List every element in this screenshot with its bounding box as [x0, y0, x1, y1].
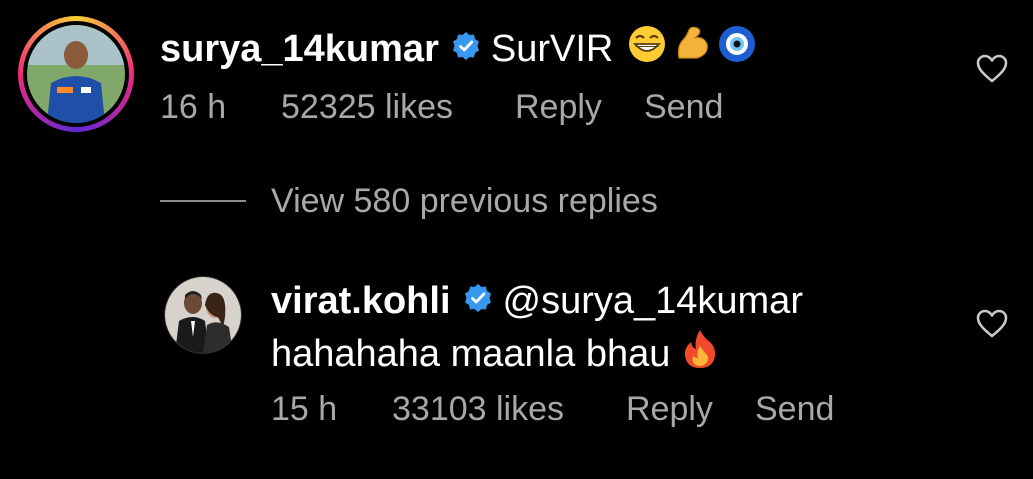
avatar-story-ring[interactable] [18, 16, 134, 132]
likes-count[interactable]: 33103 likes [392, 389, 564, 429]
comment-text: SurVIR [490, 28, 614, 70]
verified-badge-icon [463, 279, 493, 323]
heart-icon[interactable] [976, 54, 1008, 89]
reply-button[interactable]: Reply [515, 87, 602, 127]
verified-badge-icon [451, 27, 481, 71]
nazar-amulet-emoji [717, 24, 757, 74]
avatar[interactable] [164, 276, 242, 354]
comment-header: virat.kohli @surya_14kumar [271, 279, 803, 323]
reply-button[interactable]: Reply [626, 389, 713, 429]
comment-body: hahahaha maanla bhau [271, 328, 718, 380]
heart-icon[interactable] [976, 309, 1008, 344]
view-replies-label[interactable]: View 580 previous replies [271, 181, 658, 221]
username[interactable]: surya_14kumar [160, 27, 439, 71]
avatar [27, 25, 125, 123]
grinning-face-emoji [627, 24, 667, 74]
comment-header: surya_14kumar SurVIR [160, 24, 757, 74]
mention-link[interactable]: @surya_14kumar [503, 279, 803, 323]
likes-count[interactable]: 52325 likes [281, 87, 453, 127]
comment-meta: 15 h 33103 likes Reply Send [271, 389, 971, 429]
username[interactable]: virat.kohli [271, 279, 451, 323]
fire-emoji [682, 328, 718, 380]
comment-time: 15 h [271, 390, 338, 428]
replies-divider-line [160, 200, 246, 202]
comment-text: hahahaha maanla bhau [271, 333, 671, 375]
send-button[interactable]: Send [755, 389, 834, 429]
view-previous-replies[interactable]: View 580 previous replies [160, 181, 658, 221]
avatar-photo-icon [27, 25, 125, 123]
send-button[interactable]: Send [644, 87, 723, 127]
flexed-biceps-emoji [673, 24, 711, 74]
comment-meta: 16 h 52325 likes Reply Send [160, 87, 860, 127]
avatar-photo-icon [165, 277, 241, 353]
comment-time: 16 h [160, 88, 227, 126]
